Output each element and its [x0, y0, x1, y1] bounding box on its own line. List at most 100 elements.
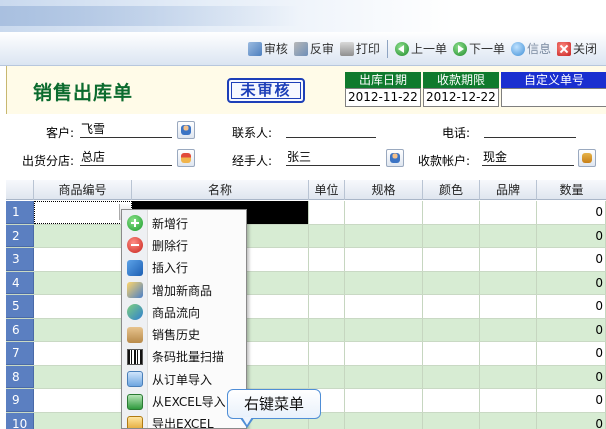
table-row[interactable]: 70 [6, 342, 606, 366]
cell-spec[interactable] [345, 271, 423, 294]
cell-code[interactable] [34, 342, 132, 365]
cell-color[interactable] [423, 248, 480, 271]
table-row[interactable]: 50 [6, 295, 606, 319]
menu-item-add-row[interactable]: 新增行 [122, 212, 246, 234]
cell-brand[interactable] [480, 295, 537, 318]
cell-code[interactable] [34, 389, 132, 412]
cell-spec[interactable] [345, 365, 423, 388]
ship-date-field[interactable]: 2012-11-22 [345, 88, 421, 107]
cell-unit[interactable] [309, 318, 345, 341]
cell-color[interactable] [423, 201, 480, 224]
col-header-brand[interactable]: 品牌 [480, 180, 537, 200]
row-number[interactable]: 6 [6, 318, 34, 341]
cell-code[interactable] [34, 248, 132, 271]
cell-brand[interactable] [480, 412, 537, 429]
cell-spec[interactable] [345, 248, 423, 271]
col-header-unit[interactable]: 单位 [309, 180, 345, 200]
cell-code[interactable] [34, 295, 132, 318]
row-number[interactable]: 7 [6, 342, 34, 365]
close-button[interactable]: 关闭 [554, 39, 600, 59]
cell-qty[interactable]: 0 [537, 318, 606, 341]
phone-field[interactable] [484, 122, 576, 138]
cell-qty[interactable]: 0 [537, 295, 606, 318]
cell-spec[interactable] [345, 389, 423, 412]
cell-unit[interactable] [309, 224, 345, 247]
cell-color[interactable] [423, 295, 480, 318]
table-row[interactable]: 40 [6, 271, 606, 295]
menu-item-delete-row[interactable]: 删除行 [122, 234, 246, 256]
cell-brand[interactable] [480, 224, 537, 247]
cell-brand[interactable] [480, 271, 537, 294]
menu-item-new-product[interactable]: 增加新商品 [122, 279, 246, 301]
cell-unit[interactable] [309, 201, 345, 224]
row-number[interactable]: 1 [6, 201, 34, 224]
cell-unit[interactable] [309, 248, 345, 271]
info-button[interactable]: 信息 [508, 39, 554, 59]
table-row[interactable]: 60 [6, 318, 606, 342]
cell-code[interactable] [34, 271, 132, 294]
custom-no-field[interactable] [501, 88, 606, 107]
customer-picker-icon[interactable] [177, 121, 195, 139]
contact-field[interactable] [286, 122, 376, 138]
cell-brand[interactable] [480, 389, 537, 412]
unaudit-button[interactable]: 反审 [291, 39, 337, 59]
cell-unit[interactable] [309, 295, 345, 318]
row-number[interactable]: 9 [6, 389, 34, 412]
cell-color[interactable] [423, 271, 480, 294]
branch-picker-icon[interactable] [177, 149, 195, 167]
cell-code[interactable] [34, 318, 132, 341]
due-date-field[interactable]: 2012-12-22 [423, 88, 499, 107]
cell-color[interactable] [423, 224, 480, 247]
cell-spec[interactable] [345, 412, 423, 429]
cell-qty[interactable]: 0 [537, 365, 606, 388]
account-picker-icon[interactable] [578, 149, 596, 167]
cell-qty[interactable]: 0 [537, 389, 606, 412]
cell-qty[interactable]: 0 [537, 271, 606, 294]
cell-color[interactable] [423, 342, 480, 365]
row-number[interactable]: 3 [6, 248, 34, 271]
menu-item-import-order[interactable]: 从订单导入 [122, 368, 246, 390]
col-header-color[interactable]: 颜色 [423, 180, 480, 200]
cell-code[interactable] [34, 224, 132, 247]
cell-qty[interactable]: 0 [537, 224, 606, 247]
row-number[interactable]: 10 [6, 412, 34, 429]
cell-spec[interactable] [345, 318, 423, 341]
col-header-code[interactable]: 商品编号 [34, 180, 132, 200]
cell-unit[interactable] [309, 342, 345, 365]
table-row[interactable]: 80 [6, 365, 606, 389]
cell-spec[interactable] [345, 342, 423, 365]
cell-brand[interactable] [480, 318, 537, 341]
print-button[interactable]: 打印 [337, 39, 383, 59]
col-header-qty[interactable]: 数量 [537, 180, 606, 200]
cell-unit[interactable] [309, 365, 345, 388]
col-header-spec[interactable]: 规格 [345, 180, 423, 200]
cell-color[interactable] [423, 389, 480, 412]
handler-picker-icon[interactable] [386, 149, 404, 167]
cell-spec[interactable] [345, 295, 423, 318]
col-header-name[interactable]: 名称 [132, 180, 309, 200]
cell-brand[interactable] [480, 201, 537, 224]
table-row[interactable]: 30 [6, 248, 606, 272]
cell-color[interactable] [423, 318, 480, 341]
table-row[interactable]: 10 [6, 201, 606, 225]
menu-item-sales-history[interactable]: 销售历史 [122, 324, 246, 346]
cell-qty[interactable]: 0 [537, 412, 606, 429]
cell-unit[interactable] [309, 271, 345, 294]
cell-code[interactable] [34, 201, 132, 224]
row-number[interactable]: 8 [6, 365, 34, 388]
row-number[interactable]: 4 [6, 271, 34, 294]
cell-color[interactable] [423, 365, 480, 388]
table-row[interactable]: 20 [6, 224, 606, 248]
cell-code[interactable] [34, 412, 132, 429]
cell-code[interactable] [34, 365, 132, 388]
cell-qty[interactable]: 0 [537, 342, 606, 365]
handler-field[interactable]: 张三 [286, 150, 380, 166]
menu-item-barcode-scan[interactable]: 条码批量扫描 [122, 346, 246, 368]
branch-field[interactable]: 总店 [80, 150, 172, 166]
audit-button[interactable]: 审核 [245, 39, 291, 59]
cell-brand[interactable] [480, 342, 537, 365]
cell-color[interactable] [423, 412, 480, 429]
row-number[interactable]: 2 [6, 224, 34, 247]
account-field[interactable]: 现金 [482, 150, 574, 166]
cell-qty[interactable]: 0 [537, 248, 606, 271]
